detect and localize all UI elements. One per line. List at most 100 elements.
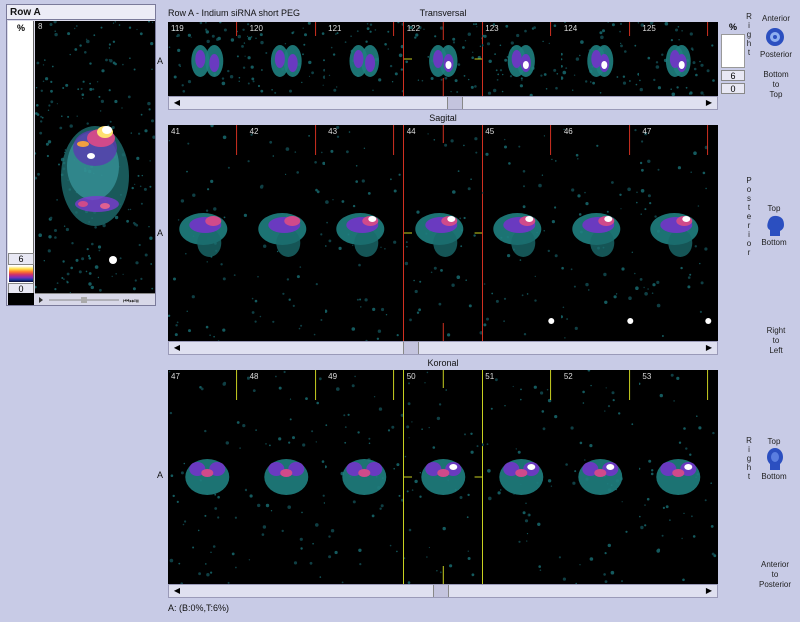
- right-scale-swatch: [721, 34, 745, 68]
- sagital-slice-image: [168, 125, 247, 341]
- transversal-frame[interactable]: 121: [325, 22, 404, 96]
- right-scale-max[interactable]: 6: [721, 70, 745, 81]
- axis-label-sagital: A: [157, 228, 164, 238]
- frame-number: 119: [171, 24, 184, 33]
- sagital-slice-image: [640, 125, 712, 337]
- koronal-slice-image: [482, 370, 561, 571]
- scroll-thumb[interactable]: [403, 342, 419, 354]
- frame-number: 47: [171, 372, 180, 381]
- koronal-slice-image: [562, 370, 634, 584]
- frame-number: 120: [249, 24, 263, 33]
- orientation-right-vertical: Right: [746, 436, 752, 481]
- orientation-posterior: Posterior: [759, 50, 792, 59]
- sagital-frame[interactable]: 47: [639, 125, 718, 341]
- axis-label-transversal: A: [157, 56, 164, 66]
- sagital-strip[interactable]: 41 42 43 44 45 46 47: [168, 125, 718, 341]
- sagital-frame[interactable]: 46: [560, 125, 640, 341]
- head-transversal-icon: [766, 28, 784, 46]
- sagital-frame[interactable]: 42: [247, 125, 326, 341]
- transversal-slice-image: [246, 22, 326, 94]
- left-frame-number: 8: [38, 22, 43, 31]
- sagital-frame[interactable]: 43: [325, 125, 404, 341]
- orientation-anterior: Anterior: [761, 14, 790, 23]
- scroll-left-icon[interactable]: ◀: [171, 343, 183, 353]
- frame-number: 46: [563, 127, 573, 136]
- koronal-frame[interactable]: 52: [561, 370, 640, 584]
- scroll-left-icon[interactable]: ◀: [171, 98, 183, 108]
- scroll-right-icon[interactable]: ▶: [703, 343, 715, 353]
- left-colorbar: [9, 266, 33, 282]
- transversal-slice-image: [482, 22, 559, 96]
- sagital-slice-image: [403, 125, 483, 341]
- transversal-frame[interactable]: 119: [168, 22, 247, 96]
- transversal-frame[interactable]: 124: [560, 22, 640, 96]
- orientation-bottom-2: Bottom: [761, 472, 787, 481]
- frame-number: 124: [563, 24, 578, 33]
- frame-number: 41: [171, 127, 180, 136]
- left-projection-image[interactable]: 8: [35, 21, 155, 293]
- koronal-frame[interactable]: 49: [325, 370, 404, 584]
- sagital-frame[interactable]: 45: [482, 125, 561, 341]
- koronal-frame[interactable]: 51: [482, 370, 561, 584]
- frame-number: 50: [406, 372, 416, 381]
- left-color-scale: % 6 0: [8, 21, 34, 295]
- transversal-frame[interactable]: 125: [639, 22, 718, 96]
- scroll-left-icon[interactable]: ◀: [171, 586, 183, 596]
- left-scale-max[interactable]: 6: [8, 253, 34, 265]
- transversal-slice-image: [168, 22, 246, 93]
- transversal-frame[interactable]: 122: [402, 22, 484, 96]
- transversal-frame[interactable]: 120: [246, 22, 326, 96]
- koronal-frame[interactable]: 48: [246, 370, 326, 584]
- frame-number: 53: [642, 372, 652, 381]
- transversal-strip[interactable]: 119 120 121 122 123 124 125: [168, 22, 718, 96]
- dir-word: to: [772, 336, 780, 345]
- left-playback-bar[interactable]: ⏮⏭⏸: [35, 293, 155, 305]
- transversal-title: Transversal: [419, 8, 467, 18]
- direction-bottom-to-top: Bottom to Top: [752, 70, 800, 100]
- scroll-right-icon[interactable]: ▶: [703, 98, 715, 108]
- scroll-thumb[interactable]: [433, 585, 449, 597]
- frame-number: 44: [406, 127, 416, 136]
- orientation-top: Top: [767, 204, 781, 213]
- sagital-slice-image: [247, 125, 326, 336]
- koronal-frame[interactable]: 50: [402, 370, 484, 584]
- koronal-frame[interactable]: 53: [639, 370, 718, 584]
- dir-word: to: [771, 570, 779, 579]
- svg-text:⏮⏭⏸: ⏮⏭⏸: [123, 297, 139, 305]
- left-scale-footer: [8, 293, 34, 305]
- left-panel: Row A % 6 0 8 ⏮⏭⏸: [6, 4, 156, 306]
- dir-word: Left: [769, 346, 783, 355]
- koronal-slice-image: [246, 370, 325, 578]
- orientation-posterior-vertical: Posterior: [746, 176, 752, 257]
- scroll-thumb[interactable]: [447, 97, 463, 109]
- dir-word: Right: [766, 326, 786, 335]
- right-scale-min[interactable]: 0: [721, 83, 745, 94]
- sagital-slice-image: [482, 125, 558, 336]
- sagital-scrollbar[interactable]: ◀ ▶: [168, 341, 718, 355]
- koronal-scrollbar[interactable]: ◀ ▶: [168, 584, 718, 598]
- transversal-slice-image: [560, 22, 640, 94]
- left-panel-title: Row A: [7, 5, 155, 20]
- sagital-frame[interactable]: 41: [168, 125, 247, 341]
- koronal-strip[interactable]: 47 48 49 50 51 52 53: [168, 370, 718, 584]
- left-scan-svg: [35, 21, 155, 293]
- status-readout: A: (B:0%,T:6%): [168, 603, 230, 613]
- frame-number: 43: [328, 127, 338, 136]
- transversal-frame[interactable]: 123: [482, 22, 561, 96]
- frame-number: 51: [485, 372, 495, 381]
- orientation-bottom: Bottom: [761, 238, 787, 247]
- koronal-frame[interactable]: 47: [168, 370, 247, 584]
- frame-number: 45: [485, 127, 495, 136]
- dir-word: to: [772, 80, 780, 89]
- scroll-right-icon[interactable]: ▶: [703, 586, 715, 596]
- frame-number: 47: [642, 127, 652, 136]
- head-coronal-icon: [767, 448, 783, 470]
- koronal-slice-image: [325, 370, 404, 584]
- koronal-title: Koronal: [427, 358, 459, 368]
- koronal-slice-image: [403, 370, 483, 584]
- left-scale-unit: %: [16, 23, 25, 33]
- sagital-frame[interactable]: 44: [402, 125, 484, 341]
- transversal-scrollbar[interactable]: ◀ ▶: [168, 96, 718, 110]
- dir-word: Top: [769, 90, 783, 99]
- frame-number: 52: [563, 372, 573, 381]
